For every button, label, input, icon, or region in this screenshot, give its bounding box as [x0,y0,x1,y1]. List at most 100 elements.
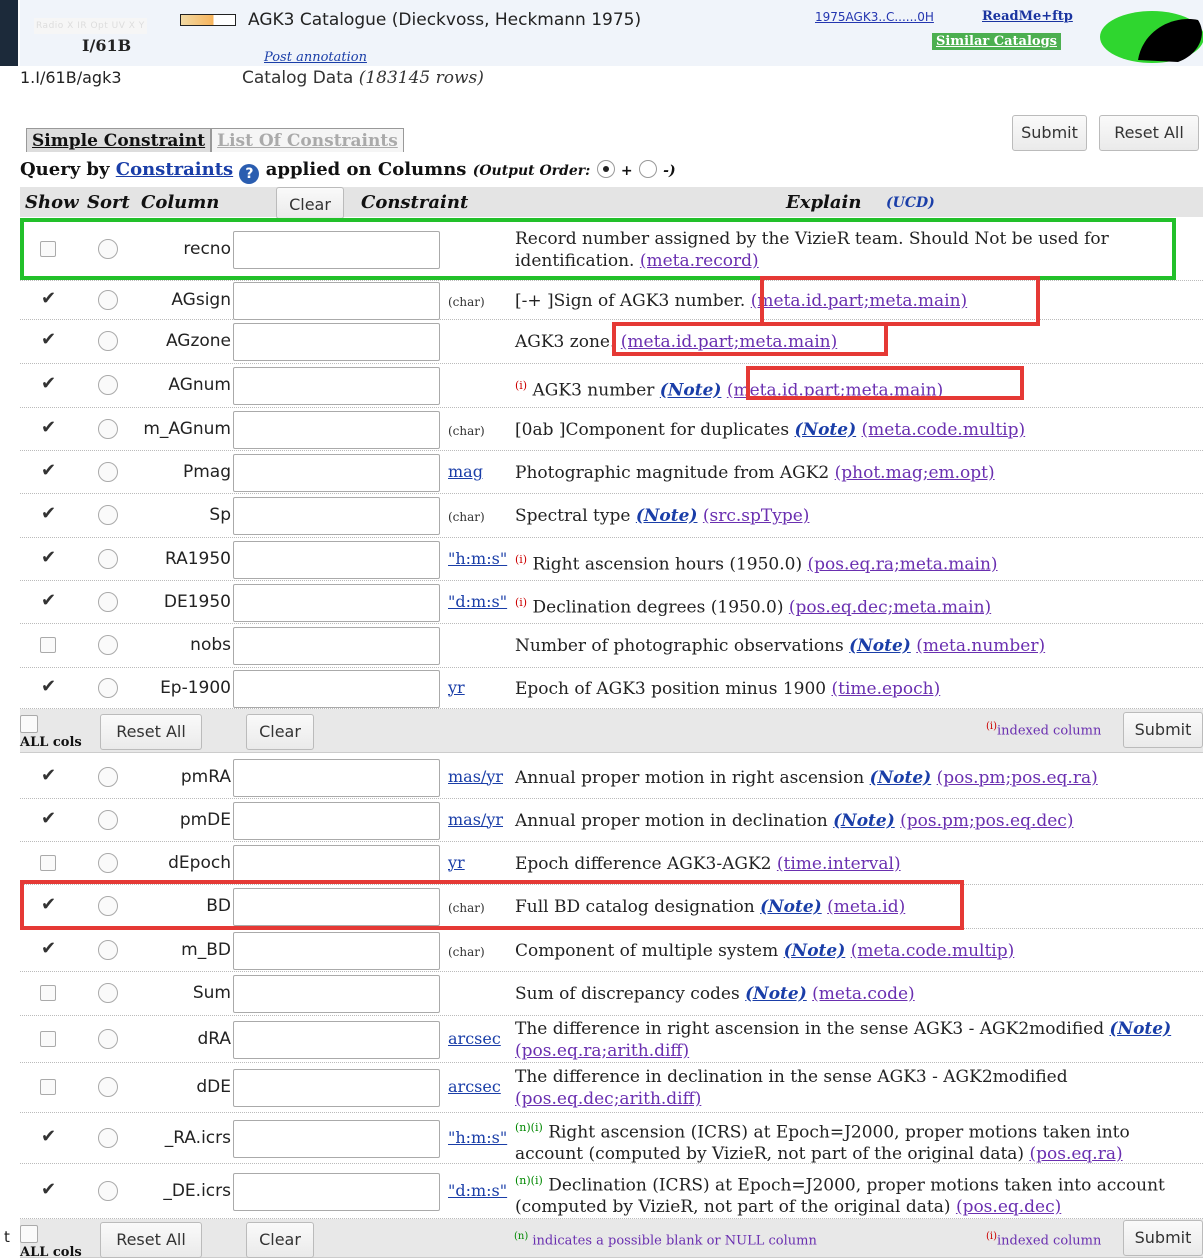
show-checkbox[interactable] [40,808,56,829]
ucd-link[interactable]: (pos.eq.ra;meta.main) [808,554,998,574]
sort-radio[interactable] [98,548,118,569]
column-unit[interactable]: "h:m:s" [448,549,507,568]
constraint-input[interactable] [233,1119,440,1158]
note-link[interactable]: (Note) [636,506,698,526]
show-checkbox[interactable] [40,985,56,1001]
constraint-input[interactable] [233,669,440,708]
sort-radio[interactable] [98,939,118,960]
clear-button-mid[interactable]: Clear [246,714,314,750]
show-checkbox[interactable] [40,240,56,257]
ucd-link[interactable]: (time.interval) [777,854,901,874]
submit-button-bottom[interactable]: Submit [1123,1220,1203,1256]
reset-all-button-bottom[interactable]: Reset All [100,1222,202,1258]
reset-all-button-mid[interactable]: Reset All [100,714,202,750]
ucd-link[interactable]: (pos.pm;pos.eq.ra) [937,768,1098,788]
output-order-minus-radio[interactable] [638,160,657,178]
column-unit[interactable]: "h:m:s" [448,1128,507,1147]
column-unit[interactable]: arcsec [448,1077,501,1096]
ucd-link[interactable]: (meta.record) [640,251,759,271]
constraint-input[interactable] [233,844,440,883]
sort-radio[interactable] [98,983,118,1003]
constraint-input[interactable] [233,758,440,797]
ucd-link[interactable]: (phot.mag;em.opt) [835,463,995,483]
sort-radio[interactable] [98,375,118,395]
column-unit[interactable]: mas/yr [448,810,503,829]
note-link[interactable]: (Note) [745,984,807,1004]
constraint-input[interactable] [233,1069,440,1107]
output-order-plus-radio[interactable] [596,160,615,178]
show-checkbox[interactable] [40,288,56,309]
note-link[interactable]: (Note) [833,811,895,831]
show-checkbox[interactable] [40,854,56,871]
sort-radio[interactable] [98,1180,118,1201]
sort-radio[interactable] [98,505,118,525]
tab-list-of-constraints[interactable]: List Of Constraints [211,128,404,152]
ucd-link[interactable]: (meta.code) [812,984,915,1004]
constraint-input[interactable] [233,540,440,579]
constraint-input[interactable] [233,497,440,535]
note-link[interactable]: (Note) [795,420,857,440]
show-checkbox[interactable] [40,1179,56,1200]
show-checkbox[interactable] [40,329,56,350]
show-checkbox[interactable] [40,460,56,481]
sort-radio[interactable] [98,1127,118,1148]
ucd-link[interactable]: (pos.eq.dec;meta.main) [789,597,991,617]
constraints-link[interactable]: Constraints [116,159,233,180]
show-checkbox[interactable] [40,590,56,611]
constraint-input[interactable] [233,931,440,970]
show-checkbox[interactable] [40,417,56,438]
bibcode-link[interactable]: 1975AGK3..C......0H [815,10,934,24]
sort-radio[interactable] [98,461,118,482]
show-checkbox[interactable] [40,1030,56,1047]
ucd-link[interactable]: (meta.code.multip) [851,941,1015,961]
constraint-input[interactable] [233,453,440,492]
constraint-input[interactable] [233,888,440,926]
constraint-input[interactable] [233,1172,440,1211]
help-icon[interactable]: ? [239,164,260,184]
note-link[interactable]: (Note) [870,768,932,788]
sort-radio[interactable] [98,766,118,787]
note-link[interactable]: (Note) [760,897,822,917]
column-unit[interactable]: yr [448,678,465,697]
show-checkbox[interactable] [40,547,56,568]
ucd-link[interactable]: (pos.eq.ra;arith.diff) [515,1041,689,1061]
constraint-input[interactable] [233,801,440,840]
show-checkbox[interactable] [40,1126,56,1147]
constraint-input[interactable] [233,323,440,361]
show-checkbox[interactable] [40,637,56,653]
constraint-input[interactable] [233,1020,440,1059]
constraint-input[interactable] [233,583,440,622]
ucd-link[interactable]: (time.epoch) [832,679,941,699]
all-cols-checkbox[interactable] [20,715,38,733]
tab-simple-constraint[interactable]: Simple Constraint [26,128,212,152]
note-link[interactable]: (Note) [784,941,846,961]
constraint-input[interactable] [233,627,440,665]
sort-radio[interactable] [98,1077,118,1097]
show-checkbox[interactable] [40,765,56,786]
ucd-link[interactable]: (meta.id.part;meta.main) [751,291,967,311]
show-checkbox[interactable] [40,503,56,524]
show-checkbox[interactable] [40,894,56,915]
clear-button-bottom[interactable]: Clear [246,1222,314,1258]
sort-radio[interactable] [98,238,118,259]
show-checkbox[interactable] [40,1079,56,1095]
reset-all-button-top[interactable]: Reset All [1099,115,1199,151]
sort-radio[interactable] [98,331,118,351]
sort-radio[interactable] [98,289,118,310]
constraint-input[interactable] [233,230,440,269]
clear-button-header[interactable]: Clear [276,187,344,219]
constraint-input[interactable] [233,410,440,449]
ucd-link[interactable]: (meta.id) [827,897,905,917]
similar-catalogs-button[interactable]: Similar Catalogs [932,33,1061,50]
ucd-link[interactable]: (pos.pm;pos.eq.dec) [900,811,1073,831]
note-link[interactable]: (Note) [660,381,722,401]
column-unit[interactable]: "d:m:s" [448,1181,507,1200]
ucd-link[interactable]: (pos.eq.dec) [956,1197,1061,1217]
note-link[interactable]: (Note) [849,636,911,656]
sort-radio[interactable] [98,852,118,873]
constraint-input[interactable] [233,367,440,405]
constraint-input[interactable] [233,975,440,1013]
show-checkbox[interactable] [40,373,56,394]
column-unit[interactable]: mag [448,462,483,481]
column-unit[interactable]: arcsec [448,1029,501,1048]
